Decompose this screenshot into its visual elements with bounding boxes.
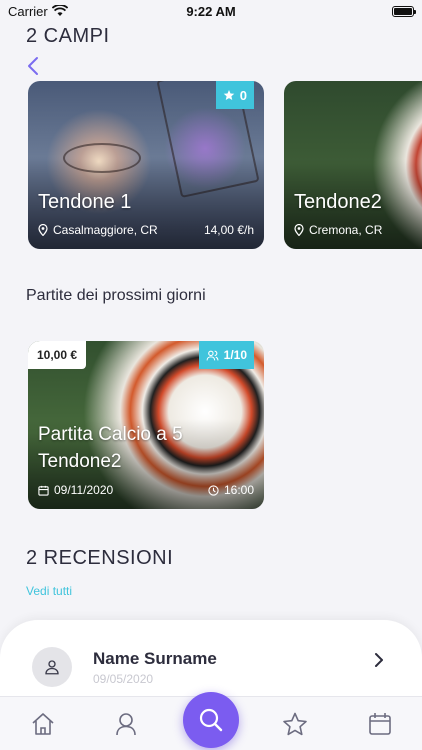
players-icon: [206, 350, 219, 360]
search-icon: [199, 708, 223, 732]
match-title: Partita Calcio a 5 Tendone2: [38, 424, 183, 472]
match-date: 09/11/2020: [38, 483, 113, 497]
players-badge: 1/10: [198, 341, 254, 369]
home-icon[interactable]: [30, 711, 56, 737]
star-icon[interactable]: [282, 711, 308, 737]
courts-section-title: 2 CAMPI: [26, 25, 110, 47]
status-left: Carrier: [8, 4, 68, 19]
location-pin-icon: [38, 224, 48, 236]
review-date: 09/05/2020: [93, 672, 154, 686]
status-bar: Carrier 9:22 AM: [0, 0, 422, 22]
match-date-label: 09/11/2020: [54, 483, 114, 497]
battery-icon: [392, 5, 416, 17]
rating-value: 0: [239, 87, 247, 103]
review-author: Name Surname: [93, 649, 217, 668]
court-location-label: Casalmaggiore, CR: [53, 223, 158, 237]
star-icon: [223, 90, 235, 100]
match-time: 16:00: [208, 483, 254, 497]
profile-icon[interactable]: [113, 711, 139, 737]
players-count: 1/10: [223, 348, 247, 362]
wifi-icon: [51, 5, 68, 16]
see-all-link[interactable]: Vedi tutti: [26, 584, 72, 598]
court-location-label: Cremona, CR: [309, 223, 383, 237]
calendar-icon: [38, 485, 49, 496]
chevron-right-icon[interactable]: [372, 651, 386, 669]
upcoming-matches-heading: Partite dei prossimi giorni: [26, 287, 206, 304]
court-location: Casalmaggiore, CR: [38, 223, 158, 237]
court-card[interactable]: 0 Tendone 1 Casalmaggiore, CR 14,00 €/h: [28, 81, 264, 249]
avatar: [32, 647, 72, 687]
match-price-badge: 10,00 €: [28, 341, 87, 369]
location-pin-icon: [294, 224, 304, 236]
calendar-icon[interactable]: [367, 711, 393, 737]
court-name: Tendone2: [294, 191, 382, 213]
user-icon: [45, 660, 59, 675]
rating-badge: 0: [215, 81, 254, 109]
clock-icon: [208, 484, 219, 496]
match-time-label: 16:00: [223, 483, 254, 497]
match-card[interactable]: 10,00 € 1/10 Partita Calcio a 5 Tendone2…: [28, 341, 264, 509]
chevron-left-icon[interactable]: [24, 55, 44, 77]
search-button[interactable]: [183, 692, 239, 748]
court-location: Cremona, CR: [294, 223, 382, 237]
court-price: 14,00 €/h: [203, 223, 254, 237]
court-name: Tendone 1: [38, 191, 132, 213]
reviews-section-title: 2 RECENSIONI: [26, 547, 174, 569]
court-card[interactable]: Tendone2 Cremona, CR: [284, 81, 422, 249]
carrier-label: Carrier: [8, 3, 48, 19]
